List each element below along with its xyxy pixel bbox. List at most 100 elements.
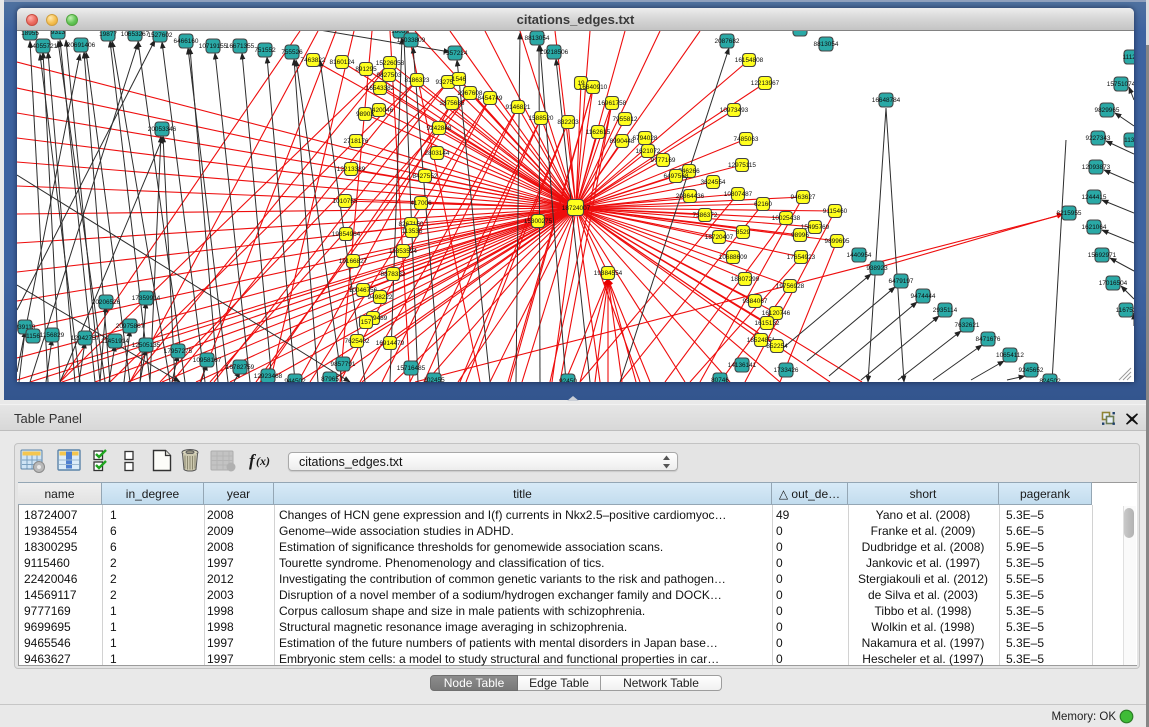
svg-text:1621064: 1621064 (1082, 224, 1107, 231)
svg-text:(x): (x) (256, 454, 270, 468)
svg-text:9245652: 9245652 (1019, 367, 1044, 374)
svg-text:11353594: 11353594 (389, 248, 417, 255)
svg-text:1546: 1546 (452, 76, 467, 83)
svg-text:11129: 11129 (1123, 54, 1134, 61)
svg-text:8215955: 8215955 (1057, 210, 1082, 217)
svg-text:17654923: 17654923 (787, 254, 816, 261)
svg-text:9115460: 9115460 (823, 208, 848, 215)
svg-text:8427552: 8427552 (413, 173, 438, 180)
svg-text:1615132: 1615132 (755, 320, 780, 327)
svg-text:19166827: 19166827 (339, 258, 368, 265)
svg-text:14136141: 14136141 (728, 362, 757, 369)
svg-text:1440954: 1440954 (847, 252, 872, 259)
svg-text:10025438: 10025438 (772, 215, 801, 222)
svg-text:10807487: 10807487 (724, 191, 753, 198)
svg-text:15720407: 15720407 (705, 234, 734, 241)
svg-text:19756928: 19756928 (776, 283, 805, 290)
svg-text:938923: 938923 (866, 265, 888, 272)
svg-text:8990448: 8990448 (610, 138, 635, 145)
svg-text:1733426: 1733426 (774, 367, 799, 374)
svg-text:20691406: 20691406 (67, 42, 96, 49)
svg-text:19854964: 19854964 (332, 231, 361, 238)
svg-text:852254: 852254 (766, 343, 788, 350)
svg-text:16961758: 16961758 (598, 100, 627, 107)
svg-text:9463627: 9463627 (791, 194, 816, 201)
svg-text:824502: 824502 (1039, 378, 1061, 382)
svg-text:1132: 1132 (1124, 137, 1134, 144)
svg-text:9242848: 9242848 (427, 125, 452, 132)
svg-text:10688609: 10688609 (719, 254, 748, 261)
svg-text:7485063: 7485063 (734, 136, 759, 143)
svg-text:80746: 80746 (711, 377, 729, 382)
svg-text:10654112: 10654112 (996, 352, 1024, 359)
svg-text:17016504: 17016504 (1099, 280, 1128, 287)
svg-text:9313: 9313 (51, 31, 66, 36)
svg-text:98903: 98903 (356, 111, 374, 118)
svg-text:8471676: 8471676 (976, 336, 1001, 343)
svg-text:8813054: 8813054 (814, 41, 839, 48)
svg-text:20364436: 20364436 (676, 193, 705, 200)
svg-text:8878332: 8878332 (381, 271, 406, 278)
svg-text:12975115: 12975115 (728, 162, 756, 169)
svg-text:14055721: 14055721 (29, 43, 58, 50)
svg-text:15226058: 15226058 (376, 60, 405, 67)
svg-text:62160: 62160 (754, 201, 772, 208)
svg-text:10719155: 10719155 (199, 43, 228, 50)
svg-text:417006: 417006 (410, 200, 432, 207)
svg-text:891295: 891295 (355, 66, 377, 73)
svg-text:19218506: 19218506 (540, 49, 569, 56)
svg-text:9884067: 9884067 (743, 298, 768, 305)
svg-text:16640910: 16640910 (579, 84, 608, 91)
svg-text:12923468: 12923468 (254, 373, 283, 380)
svg-text:18724007: 18724007 (562, 205, 591, 212)
svg-text:7632621: 7632621 (955, 322, 980, 329)
svg-text:1527602: 1527602 (148, 32, 173, 39)
svg-text:12942757: 12942757 (71, 335, 100, 342)
svg-text:7357224: 7357224 (443, 50, 468, 57)
svg-text:16154808: 16154808 (735, 57, 764, 64)
svg-text:6794028: 6794028 (633, 135, 658, 142)
svg-text:2087682: 2087682 (715, 38, 740, 45)
svg-text:751552: 751552 (254, 47, 276, 54)
svg-text:9146821: 9146821 (506, 104, 531, 111)
svg-text:3875685: 3875685 (440, 100, 465, 107)
svg-text:2935114: 2935114 (933, 307, 958, 314)
svg-text:16914479: 16914479 (376, 340, 405, 347)
svg-text:10653267: 10653267 (121, 31, 150, 38)
svg-text:2803144: 2803144 (425, 150, 450, 157)
svg-text:102455: 102455 (423, 377, 445, 382)
svg-text:16782759: 16782759 (226, 364, 255, 371)
svg-text:6497568: 6497568 (664, 173, 689, 180)
svg-text:116753: 116753 (1116, 307, 1134, 314)
svg-text:7386372: 7386372 (693, 212, 718, 219)
svg-text:1156: 1156 (26, 333, 40, 340)
svg-text:16033809: 16033809 (786, 31, 815, 33)
svg-text:1156829: 1156829 (40, 332, 65, 339)
svg-text:20975867: 20975867 (116, 323, 145, 330)
svg-text:2718176: 2718176 (344, 138, 369, 145)
svg-text:18955: 18955 (21, 31, 39, 37)
svg-text:98996: 98996 (791, 232, 809, 239)
svg-text:1588520: 1588520 (529, 115, 554, 122)
svg-text:9227343: 9227343 (1086, 135, 1111, 142)
svg-text:8813054: 8813054 (525, 35, 550, 42)
svg-text:113535: 113535 (402, 228, 423, 235)
svg-text:16543382: 16543382 (366, 85, 395, 92)
svg-text:12505135: 12505135 (132, 342, 161, 349)
svg-text:20053346: 20053346 (148, 126, 177, 133)
svg-text:7955812: 7955812 (613, 116, 638, 123)
svg-text:19877: 19877 (99, 31, 117, 38)
svg-text:157: 157 (361, 319, 372, 326)
svg-text:832203: 832203 (557, 119, 579, 126)
svg-text:10958167: 10958167 (193, 357, 222, 364)
svg-text:15300275: 15300275 (524, 218, 553, 225)
svg-text:7625402: 7625402 (345, 338, 370, 345)
svg-text:7463822: 7463822 (301, 57, 326, 64)
svg-text:20206526: 20206526 (92, 299, 121, 306)
svg-text:1162615: 1162615 (586, 129, 611, 136)
svg-text:8529: 8529 (736, 229, 751, 236)
svg-text:9474444: 9474444 (911, 293, 936, 300)
svg-text:12093873: 12093873 (1082, 164, 1111, 171)
svg-text:9857791: 9857791 (331, 361, 356, 368)
svg-text:1010755: 1010755 (333, 198, 358, 205)
